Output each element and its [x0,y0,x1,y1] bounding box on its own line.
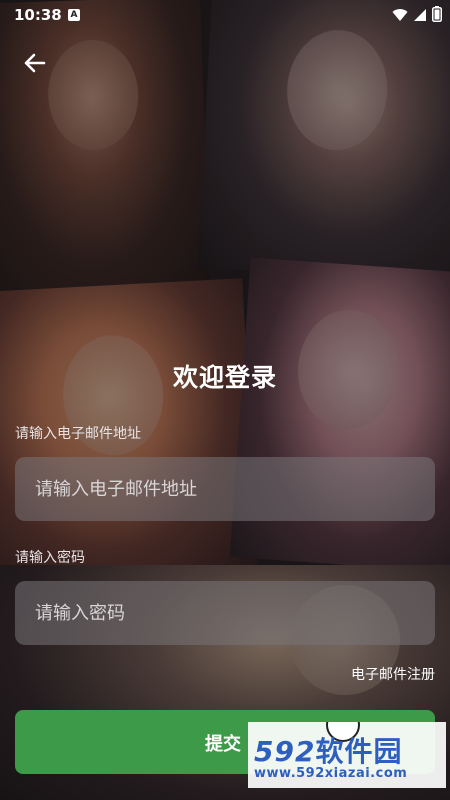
back-button[interactable] [20,50,50,80]
watermark-text: 软件园 [315,735,403,768]
status-time: 10:38 [14,6,62,24]
status-bar: 10:38 A [0,0,450,30]
watermark-logo: 592软件园 www.592xiazai.com [248,722,446,788]
watermark-brand: 592软件园 [254,730,402,770]
page-title: 欢迎登录 [172,363,277,392]
notification-badge: A [68,9,80,21]
submit-label: 提交 [205,734,241,755]
email-field[interactable] [15,457,435,521]
watermark-number: 592 [254,735,316,768]
email-label: 请输入电子邮件地址 [15,426,141,442]
signal-icon [413,7,427,26]
password-label: 请输入密码 [15,550,85,566]
password-field[interactable] [15,581,435,645]
wifi-icon [392,7,408,26]
watermark-url: www.592xiazai.com [254,766,408,781]
arrow-left-icon [22,50,48,80]
battery-icon [432,6,442,26]
status-icons [392,6,442,26]
email-register-link[interactable]: 电子邮件注册 [351,664,435,684]
